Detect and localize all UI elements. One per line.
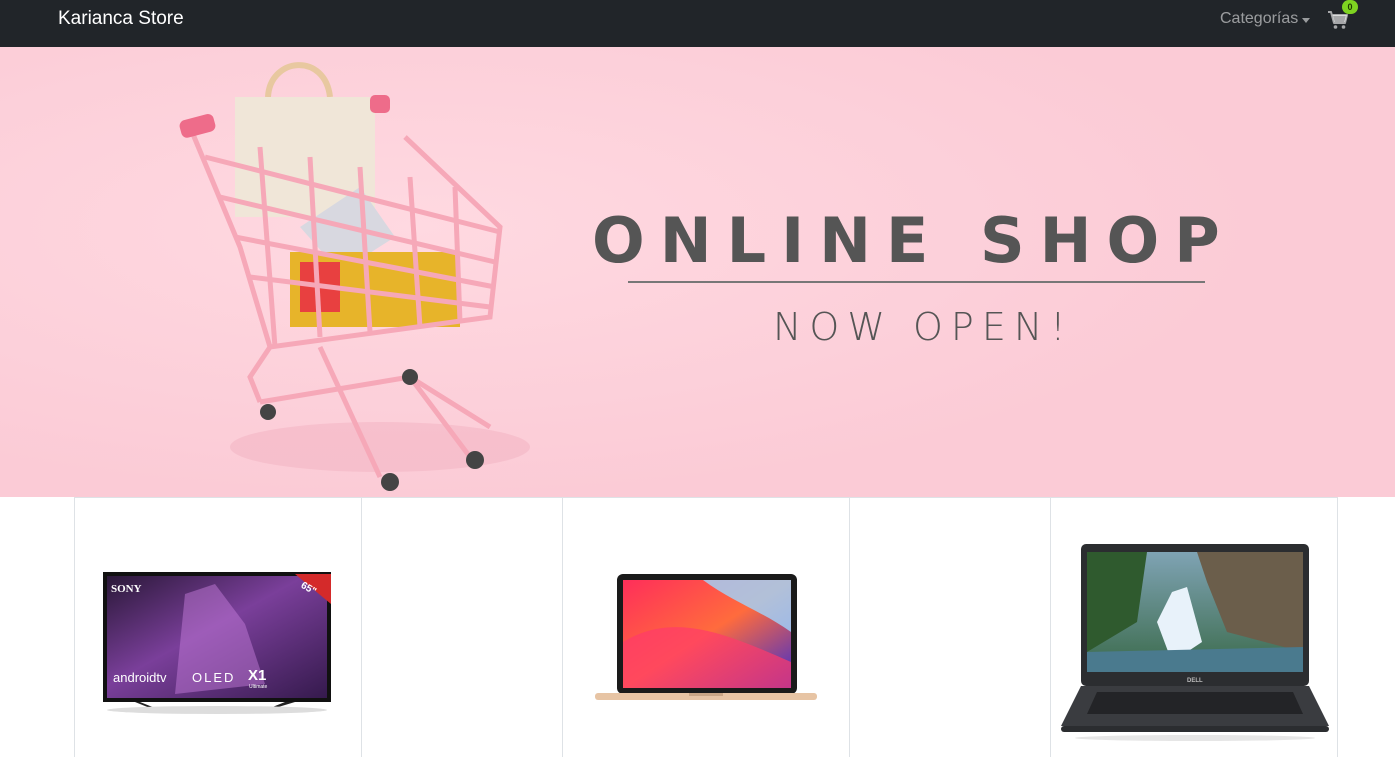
categories-dropdown[interactable]: Categorías: [1220, 10, 1311, 28]
product-card-tv[interactable]: SONY 65" androidtv OLED X1 Ultimate: [74, 497, 362, 757]
cart-count-badge: 0: [1342, 0, 1358, 14]
hero-divider: [628, 281, 1205, 283]
tv-os-text: androidtv: [113, 670, 167, 685]
tv-panel-text: OLED: [192, 670, 235, 685]
product-card-dell[interactable]: DELL: [1050, 497, 1338, 757]
top-navbar: Karianca Store Categorías 0: [0, 0, 1395, 47]
caret-down-icon: [1302, 17, 1311, 23]
brand-link[interactable]: Karianca Store: [58, 8, 184, 30]
product-card-empty[interactable]: [361, 497, 563, 757]
tv-image[interactable]: SONY 65" androidtv OLED X1 Ultimate: [95, 564, 347, 714]
dell-logo-text: DELL: [1187, 678, 1203, 684]
tv-chip-text: X1: [248, 667, 266, 684]
hero-title: ONLINE SHOP: [592, 204, 1235, 277]
product-card-empty[interactable]: [849, 497, 1051, 757]
tv-brand-text: SONY: [111, 583, 142, 595]
hero-banner: ONLINE SHOP NOW OPEN!: [0, 47, 1395, 497]
dell-laptop-image[interactable]: DELL: [1057, 542, 1333, 742]
macbook-image[interactable]: [593, 572, 819, 704]
product-card-macbook[interactable]: [562, 497, 850, 757]
categories-label: Categorías: [1220, 10, 1299, 27]
product-grid: SONY 65" androidtv OLED X1 Ultimate DELL: [0, 497, 1395, 757]
tv-chip-sub-text: Ultimate: [249, 684, 268, 690]
hero-subtitle: NOW OPEN!: [773, 305, 1074, 349]
